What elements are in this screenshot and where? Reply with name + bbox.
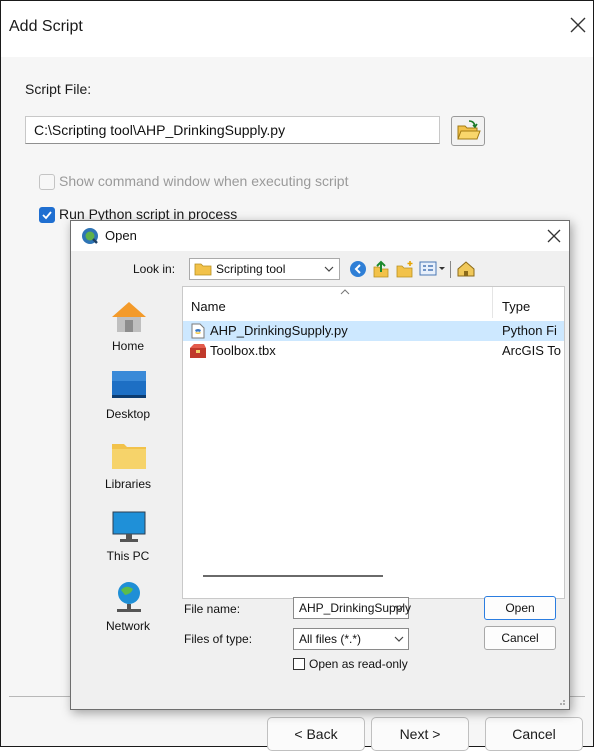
run-in-process-checkbox[interactable] [39,207,55,223]
column-header-type[interactable]: Type [502,299,530,314]
home-icon [112,302,146,332]
cancel-button[interactable]: Cancel [485,717,583,751]
python-file-icon [191,323,205,339]
resize-grip-icon[interactable] [556,696,566,706]
open-folder-icon [457,120,481,140]
open-dialog-close-icon[interactable] [547,225,561,248]
script-file-label: Script File: [25,81,92,97]
file-row[interactable]: AHP_DrinkingSupply.py Python Fi [183,321,564,341]
place-home[interactable]: Home [78,300,178,370]
files-of-type-label: Files of type: [184,632,253,646]
look-in-dropdown[interactable]: Scripting tool [189,258,340,280]
chevron-down-icon [394,636,404,642]
window-title: Add Script [9,18,83,35]
back-nav-icon[interactable] [349,260,367,278]
column-header-name[interactable]: Name [191,299,226,314]
browse-button[interactable] [451,116,485,146]
places-bar: Home Desktop Libraries This PC Network [78,286,178,691]
libraries-icon [112,444,146,469]
folder-icon [194,263,212,276]
file-row[interactable]: Toolbox.tbx ArcGIS To [183,341,564,361]
desktop-icon [112,371,146,398]
place-desktop[interactable]: Desktop [78,370,178,440]
sort-chevron-up-icon [340,289,350,295]
files-of-type-dropdown[interactable]: All files (*.*) [293,628,409,650]
show-command-window-label: Show command window when executing scrip… [59,173,349,189]
place-this-pc[interactable]: This PC [78,510,178,580]
back-button[interactable]: < Back [267,717,365,751]
open-dialog-title: Open [105,228,137,243]
file-name: AHP_DrinkingSupply.py [210,323,348,338]
arcgis-app-icon [82,228,98,244]
show-command-window-checkbox[interactable] [39,174,55,190]
file-name-label: File name: [184,602,241,616]
place-network[interactable]: Network [78,580,178,650]
chevron-down-icon [394,605,404,611]
column-divider[interactable] [492,287,493,318]
chevron-down-icon [324,266,334,272]
file-type: ArcGIS To [502,343,562,358]
script-file-input[interactable]: C:\Scripting tool\AHP_DrinkingSupply.py [25,116,440,144]
this-pc-icon [112,511,146,542]
close-icon[interactable] [567,13,589,37]
view-menu-icon[interactable] [419,261,447,277]
open-dialog-cancel-button[interactable]: Cancel [484,626,556,650]
look-in-value: Scripting tool [216,262,286,276]
up-folder-icon[interactable] [371,259,391,279]
read-only-label: Open as read-only [309,657,408,671]
title-bar: Add Script [1,1,593,57]
home-folder-icon[interactable] [456,259,476,279]
horizontal-scrollbar[interactable] [203,575,383,577]
new-folder-icon[interactable] [395,259,415,279]
place-libraries[interactable]: Libraries [78,440,178,510]
read-only-checkbox[interactable] [293,658,305,670]
file-name-input[interactable]: AHP_DrinkingSupply [293,597,411,619]
file-name: Toolbox.tbx [210,343,276,358]
toolbox-icon [190,344,206,358]
file-list-header: Name Type [183,287,564,319]
open-file-dialog: Open Look in: Scripting tool Home Deskto… [70,220,570,710]
file-type: Python Fi [502,323,557,338]
look-in-label: Look in: [133,262,176,276]
next-button[interactable]: Next > [371,717,469,751]
toolbar-divider [450,261,451,278]
network-icon [117,582,141,612]
files-of-type-value: All files (*.*) [299,632,362,646]
open-dialog-title-bar: Open [71,221,569,251]
file-list[interactable]: Name Type AHP_DrinkingSupply.py Python F… [182,286,565,599]
open-button[interactable]: Open [484,596,556,620]
